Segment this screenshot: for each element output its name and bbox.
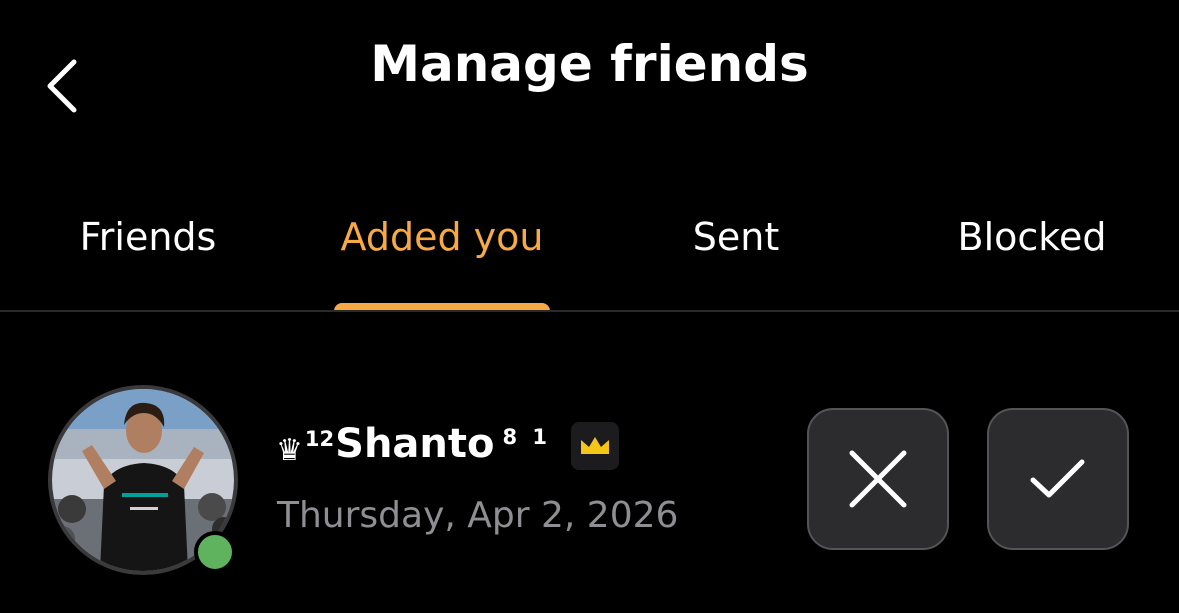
user-name-text: Shanto	[335, 421, 495, 467]
chess-queen-icon: ♛	[276, 433, 303, 468]
tab-label: Sent	[692, 215, 780, 259]
name-suffix-superscript: 8 1	[502, 425, 552, 449]
crown-icon	[581, 437, 610, 454]
header: Manage friends	[0, 0, 1179, 140]
decline-button[interactable]	[807, 408, 949, 550]
tab-label: Friends	[79, 215, 217, 259]
accept-button[interactable]	[987, 408, 1129, 550]
crown-badge	[571, 422, 620, 470]
name-prefix-superscript: 12	[304, 427, 335, 451]
online-status-indicator	[194, 531, 236, 573]
checkmark-icon	[1030, 459, 1085, 498]
tab-blocked[interactable]: Blocked	[912, 196, 1152, 312]
tab-friends[interactable]: Friends	[20, 196, 276, 312]
close-icon	[849, 450, 907, 508]
tab-added-you[interactable]: Added you	[334, 196, 550, 312]
user-name[interactable]: ♛ 12 Shanto 8 1	[276, 418, 620, 474]
tab-label: Added you	[340, 215, 544, 259]
friend-request-row: ♛ 12 Shanto 8 1 Thursday, Apr 2, 2026	[0, 370, 1179, 590]
request-date: Thursday, Apr 2, 2026	[277, 495, 679, 536]
tab-sent[interactable]: Sent	[620, 196, 852, 312]
tab-label: Blocked	[957, 215, 1107, 259]
tab-bar: Friends Added you Sent Blocked	[0, 196, 1179, 312]
page-title: Manage friends	[370, 35, 809, 93]
tabs-divider	[0, 310, 1179, 312]
